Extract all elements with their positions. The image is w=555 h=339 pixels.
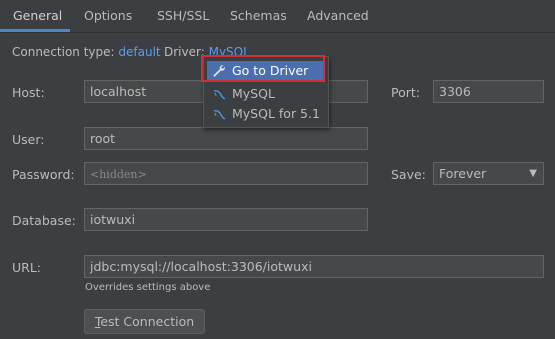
connection-type-label: Connection type: (12, 45, 115, 59)
port-label: Port: (391, 85, 420, 100)
chevron-down-icon: ▼ (529, 168, 537, 179)
database-input[interactable]: iotwuxi (84, 208, 368, 231)
password-placeholder: <hidden> (90, 168, 147, 181)
connection-type-row: Connection type: default (12, 45, 161, 59)
password-label: Password: (12, 167, 75, 182)
tab-options[interactable]: Options (84, 0, 132, 32)
wrench-icon (213, 65, 225, 77)
url-input[interactable]: jdbc:mysql://localhost:3306/iotwuxi (84, 255, 544, 278)
mysql-dolphin-icon (213, 110, 226, 120)
user-label: User: (12, 132, 45, 147)
save-select[interactable]: Forever ▼ (433, 162, 544, 185)
tab-schemas[interactable]: Schemas (230, 0, 287, 32)
database-label: Database: (12, 213, 76, 228)
save-label: Save: (391, 167, 426, 182)
menu-item-go-to-driver[interactable]: Go to Driver (207, 61, 323, 81)
menu-item-mysql-5-1[interactable]: MySQL for 5.1 (207, 104, 323, 124)
connection-type-link[interactable]: default (118, 45, 160, 59)
url-note: Overrides settings above (85, 282, 211, 293)
test-connection-label: est Connection (100, 314, 195, 329)
tab-bar: General Options SSH/SSL Schemas Advanced (0, 0, 555, 33)
password-input[interactable]: <hidden> (84, 162, 368, 185)
menu-item-label: MySQL (232, 86, 275, 101)
tab-ssh-ssl[interactable]: SSH/SSL (157, 0, 209, 32)
menu-item-label: Go to Driver (232, 63, 309, 78)
test-connection-button[interactable]: Test Connection (84, 309, 205, 334)
user-input[interactable]: root (84, 127, 368, 150)
url-label: URL: (12, 260, 42, 275)
menu-item-mysql[interactable]: MySQL (207, 84, 323, 104)
tab-advanced[interactable]: Advanced (307, 0, 369, 32)
active-tab-indicator (0, 29, 70, 32)
tab-general[interactable]: General (13, 0, 62, 32)
port-input[interactable]: 3306 (433, 80, 544, 103)
host-label: Host: (12, 85, 45, 100)
driver-popup-menu: Go to Driver MySQL MySQL for 5.1 (203, 56, 329, 128)
menu-item-label: MySQL for 5.1 (232, 106, 320, 121)
driver-label: Driver: (164, 45, 205, 59)
mysql-dolphin-icon (213, 90, 226, 100)
save-select-value: Forever (439, 166, 487, 181)
